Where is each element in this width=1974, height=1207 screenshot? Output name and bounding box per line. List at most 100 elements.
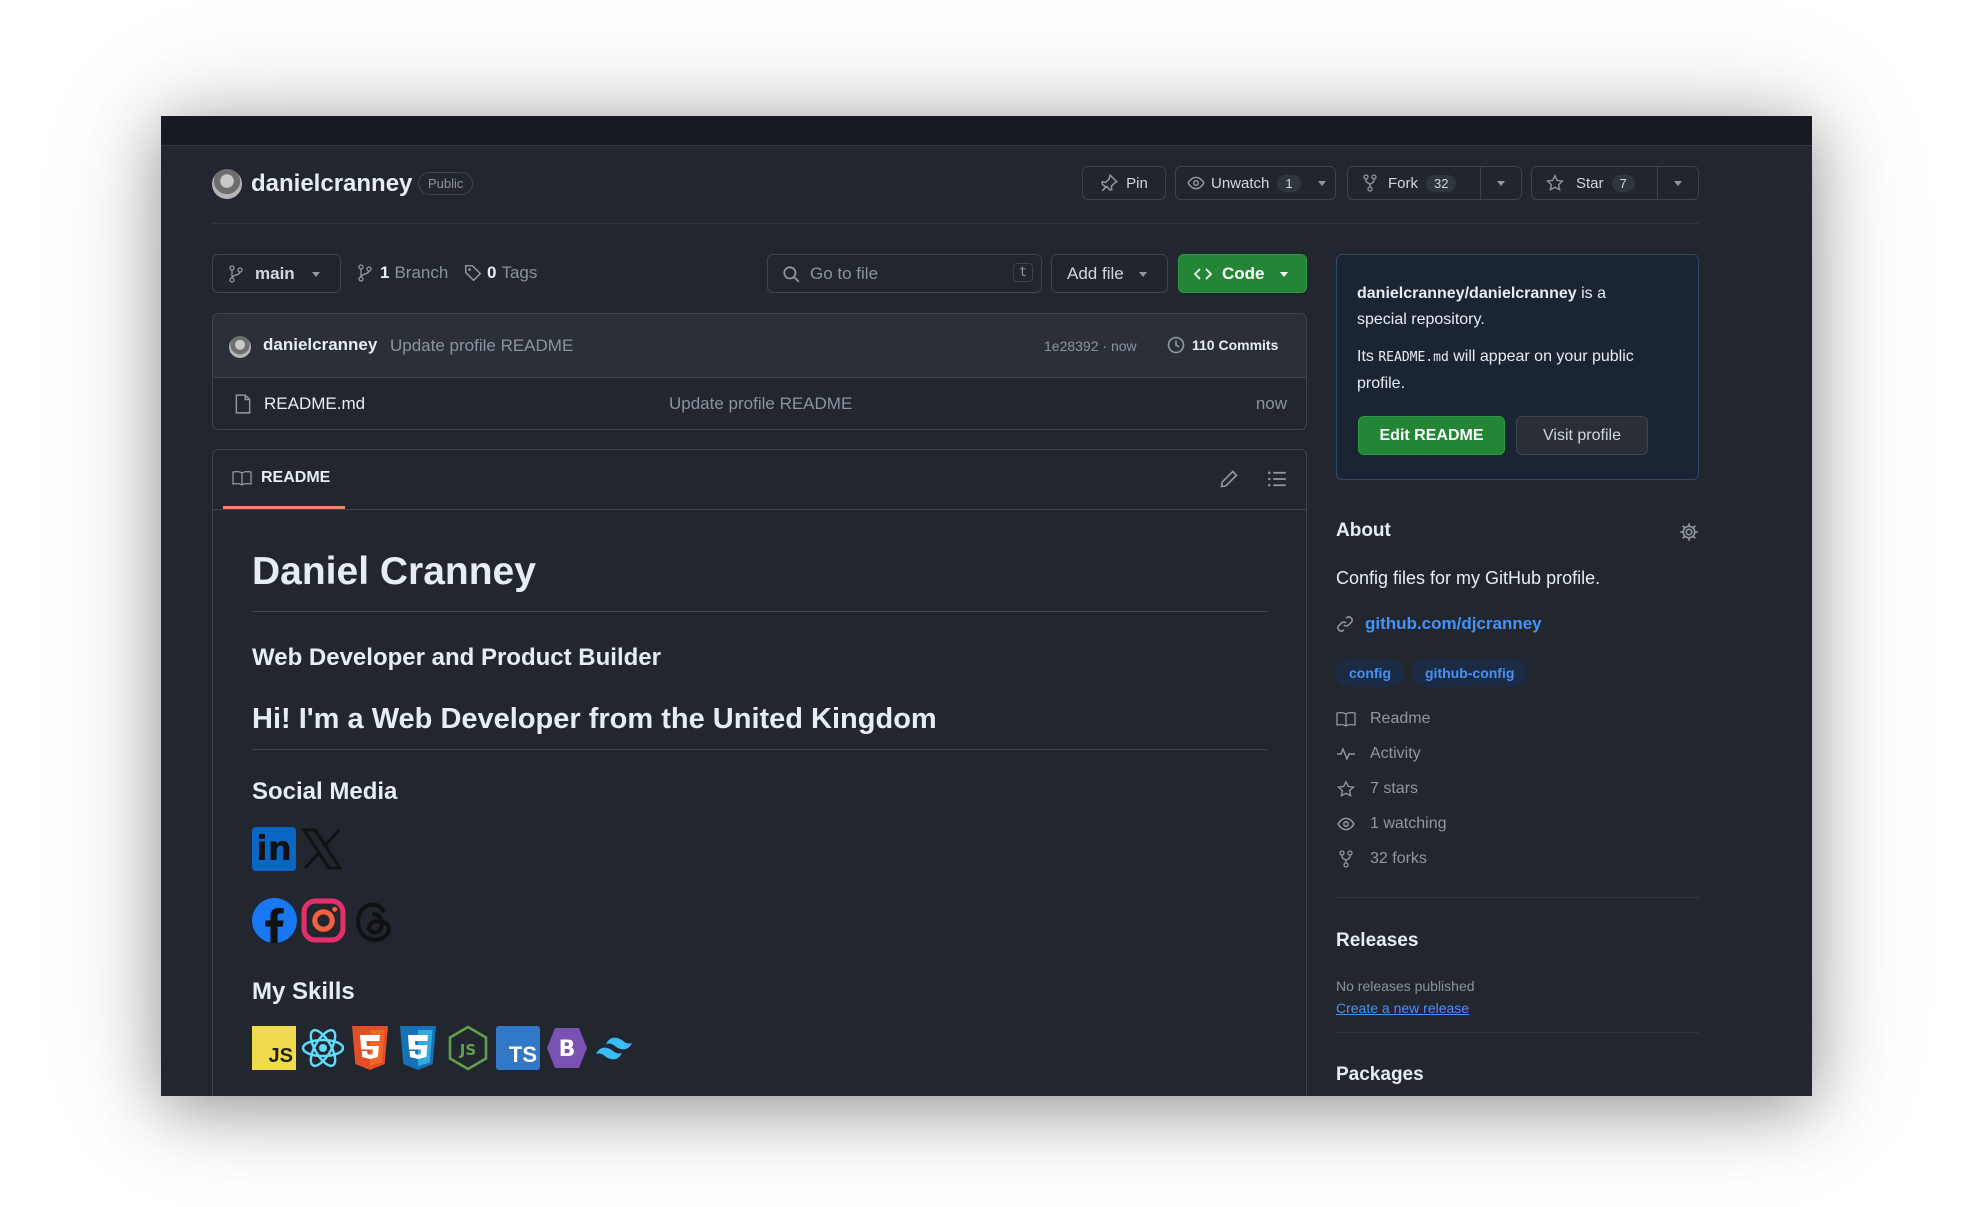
instagram-icon[interactable] <box>301 898 346 943</box>
repo-owner-name[interactable]: danielcranney <box>251 170 412 198</box>
branch-icon <box>358 264 372 282</box>
github-window: danielcranney Public Pin Unwatch 1 Fork … <box>161 116 1812 1096</box>
stat-label: Readme <box>1370 710 1431 727</box>
facebook-icon[interactable] <box>252 898 297 943</box>
activity-stat[interactable]: Activity <box>1336 745 1421 763</box>
branch-label: Branch <box>394 263 449 282</box>
edit-pencil-icon[interactable] <box>1219 469 1239 489</box>
packages-heading[interactable]: Packages <box>1336 1064 1424 1086</box>
link-icon <box>1337 616 1353 632</box>
readme-stat[interactable]: Readme <box>1336 710 1430 728</box>
file-name[interactable]: README.md <box>264 394 365 414</box>
skills-row: JS JS TS B <box>252 1025 652 1072</box>
fork-icon <box>1339 850 1353 868</box>
readme-code: README.md <box>1378 350 1449 365</box>
social-heading: Social Media <box>252 778 398 805</box>
edit-readme-button[interactable]: Edit README <box>1358 416 1505 455</box>
about-section: About Config files for my GitHub profile… <box>1336 520 1699 1096</box>
file-table: danielcranney Update profile README 1e28… <box>212 313 1307 430</box>
code-button[interactable]: Code <box>1178 254 1307 293</box>
linkedin-letters: in <box>256 829 292 869</box>
create-release-link[interactable]: Create a new release <box>1336 1000 1469 1016</box>
releases-heading[interactable]: Releases <box>1336 930 1418 952</box>
table-row[interactable]: README.md Update profile README now <box>213 378 1306 430</box>
shortcut-key: t <box>1013 263 1033 282</box>
caret-down-icon <box>1138 271 1147 277</box>
gear-icon[interactable] <box>1679 522 1699 542</box>
website-link-text: github.com/djcranney <box>1365 614 1542 633</box>
stars-stat[interactable]: 7 stars <box>1336 780 1418 798</box>
readme-tab[interactable]: README <box>223 450 345 509</box>
star-icon <box>1337 780 1355 798</box>
typescript-icon: TS <box>496 1026 540 1070</box>
star-icon <box>1546 174 1564 192</box>
fork-dropdown[interactable] <box>1480 167 1521 199</box>
commits-link[interactable]: 110 Commits <box>1166 335 1278 355</box>
file-commit-message[interactable]: Update profile README <box>669 394 852 414</box>
commit-author[interactable]: danielcranney <box>263 335 377 355</box>
forks-stat[interactable]: 32 forks <box>1336 850 1427 868</box>
star-dropdown[interactable] <box>1657 167 1698 199</box>
branches-link[interactable]: 1 Branch <box>358 263 448 283</box>
tags-link[interactable]: 0 Tags <box>464 263 537 283</box>
stat-label: 1 watching <box>1370 815 1447 832</box>
visit-profile-button[interactable]: Visit profile <box>1516 416 1648 455</box>
about-website-link[interactable]: github.com/djcranney <box>1336 614 1542 634</box>
javascript-icon: JS <box>252 1026 296 1070</box>
watch-counter: 1 <box>1277 174 1301 192</box>
outline-list-icon[interactable] <box>1267 469 1287 489</box>
fork-counter: 32 <box>1426 174 1457 192</box>
linkedin-icon[interactable]: in <box>252 827 296 871</box>
about-heading: About <box>1336 520 1391 541</box>
x-icon[interactable] <box>300 827 344 871</box>
special-repo-name: danielcranney/danielcranney <box>1357 285 1577 302</box>
branch-selector[interactable]: main <box>212 254 341 293</box>
book-icon <box>232 471 252 486</box>
caret-down-icon <box>1497 181 1505 186</box>
bootstrap-icon: B <box>547 1028 587 1068</box>
pulse-icon <box>1337 747 1355 761</box>
skills-heading: My Skills <box>252 978 355 1005</box>
releases-empty-text: No releases published <box>1336 978 1475 994</box>
fork-label: Fork <box>1388 174 1418 192</box>
stat-label: Activity <box>1370 745 1421 762</box>
special-repo-callout: danielcranney/danielcranney is a special… <box>1336 254 1699 480</box>
releases-divider <box>1336 1032 1699 1033</box>
greeting-rule <box>252 749 1267 750</box>
branch-name: main <box>255 263 295 283</box>
fork-button[interactable]: Fork 32 <box>1347 166 1522 200</box>
star-label: Star <box>1576 174 1604 192</box>
commits-count: 110 Commits <box>1192 337 1279 353</box>
about-description: Config files for my GitHub profile. <box>1336 568 1601 588</box>
eye-icon <box>1337 817 1355 831</box>
nodejs-icon: JS <box>448 1025 488 1071</box>
html5-icon <box>352 1026 388 1070</box>
topic-tag[interactable]: github-config <box>1412 659 1528 687</box>
about-divider <box>1336 897 1699 898</box>
pin-button[interactable]: Pin <box>1082 166 1166 200</box>
unwatch-button[interactable]: Unwatch 1 <box>1175 166 1336 200</box>
title-rule <box>252 611 1267 612</box>
readme-title: Daniel Cranney <box>252 550 536 593</box>
readme-greeting: Hi! I'm a Web Developer from the United … <box>252 703 937 735</box>
commit-meta[interactable]: 1e28392 · now <box>1044 338 1137 354</box>
watching-stat[interactable]: 1 watching <box>1336 815 1447 833</box>
topic-tag[interactable]: config <box>1336 659 1404 687</box>
edit-readme-label: Edit README <box>1379 426 1484 444</box>
file-time: now <box>1255 394 1287 413</box>
readme-panel: README Daniel Cranney Web Developer and … <box>212 449 1307 1096</box>
commit-author-avatar[interactable] <box>229 336 251 358</box>
star-button[interactable]: Star 7 <box>1531 166 1699 200</box>
search-placeholder: Go to file <box>810 263 879 283</box>
threads-icon[interactable] <box>351 898 396 943</box>
readme-subtitle: Web Developer and Product Builder <box>252 644 661 671</box>
add-file-button[interactable]: Add file <box>1051 254 1168 293</box>
watch-dropdown[interactable] <box>1309 167 1335 199</box>
go-to-file-input[interactable]: Go to file t <box>767 254 1042 293</box>
visit-profile-label: Visit profile <box>1543 426 1621 444</box>
tailwind-icon <box>596 1037 632 1060</box>
special-repo-text: danielcranney/danielcranney is a special… <box>1357 281 1687 333</box>
commit-message[interactable]: Update profile README <box>390 336 573 356</box>
owner-avatar[interactable] <box>212 169 242 199</box>
top-nav-bar <box>161 116 1812 146</box>
